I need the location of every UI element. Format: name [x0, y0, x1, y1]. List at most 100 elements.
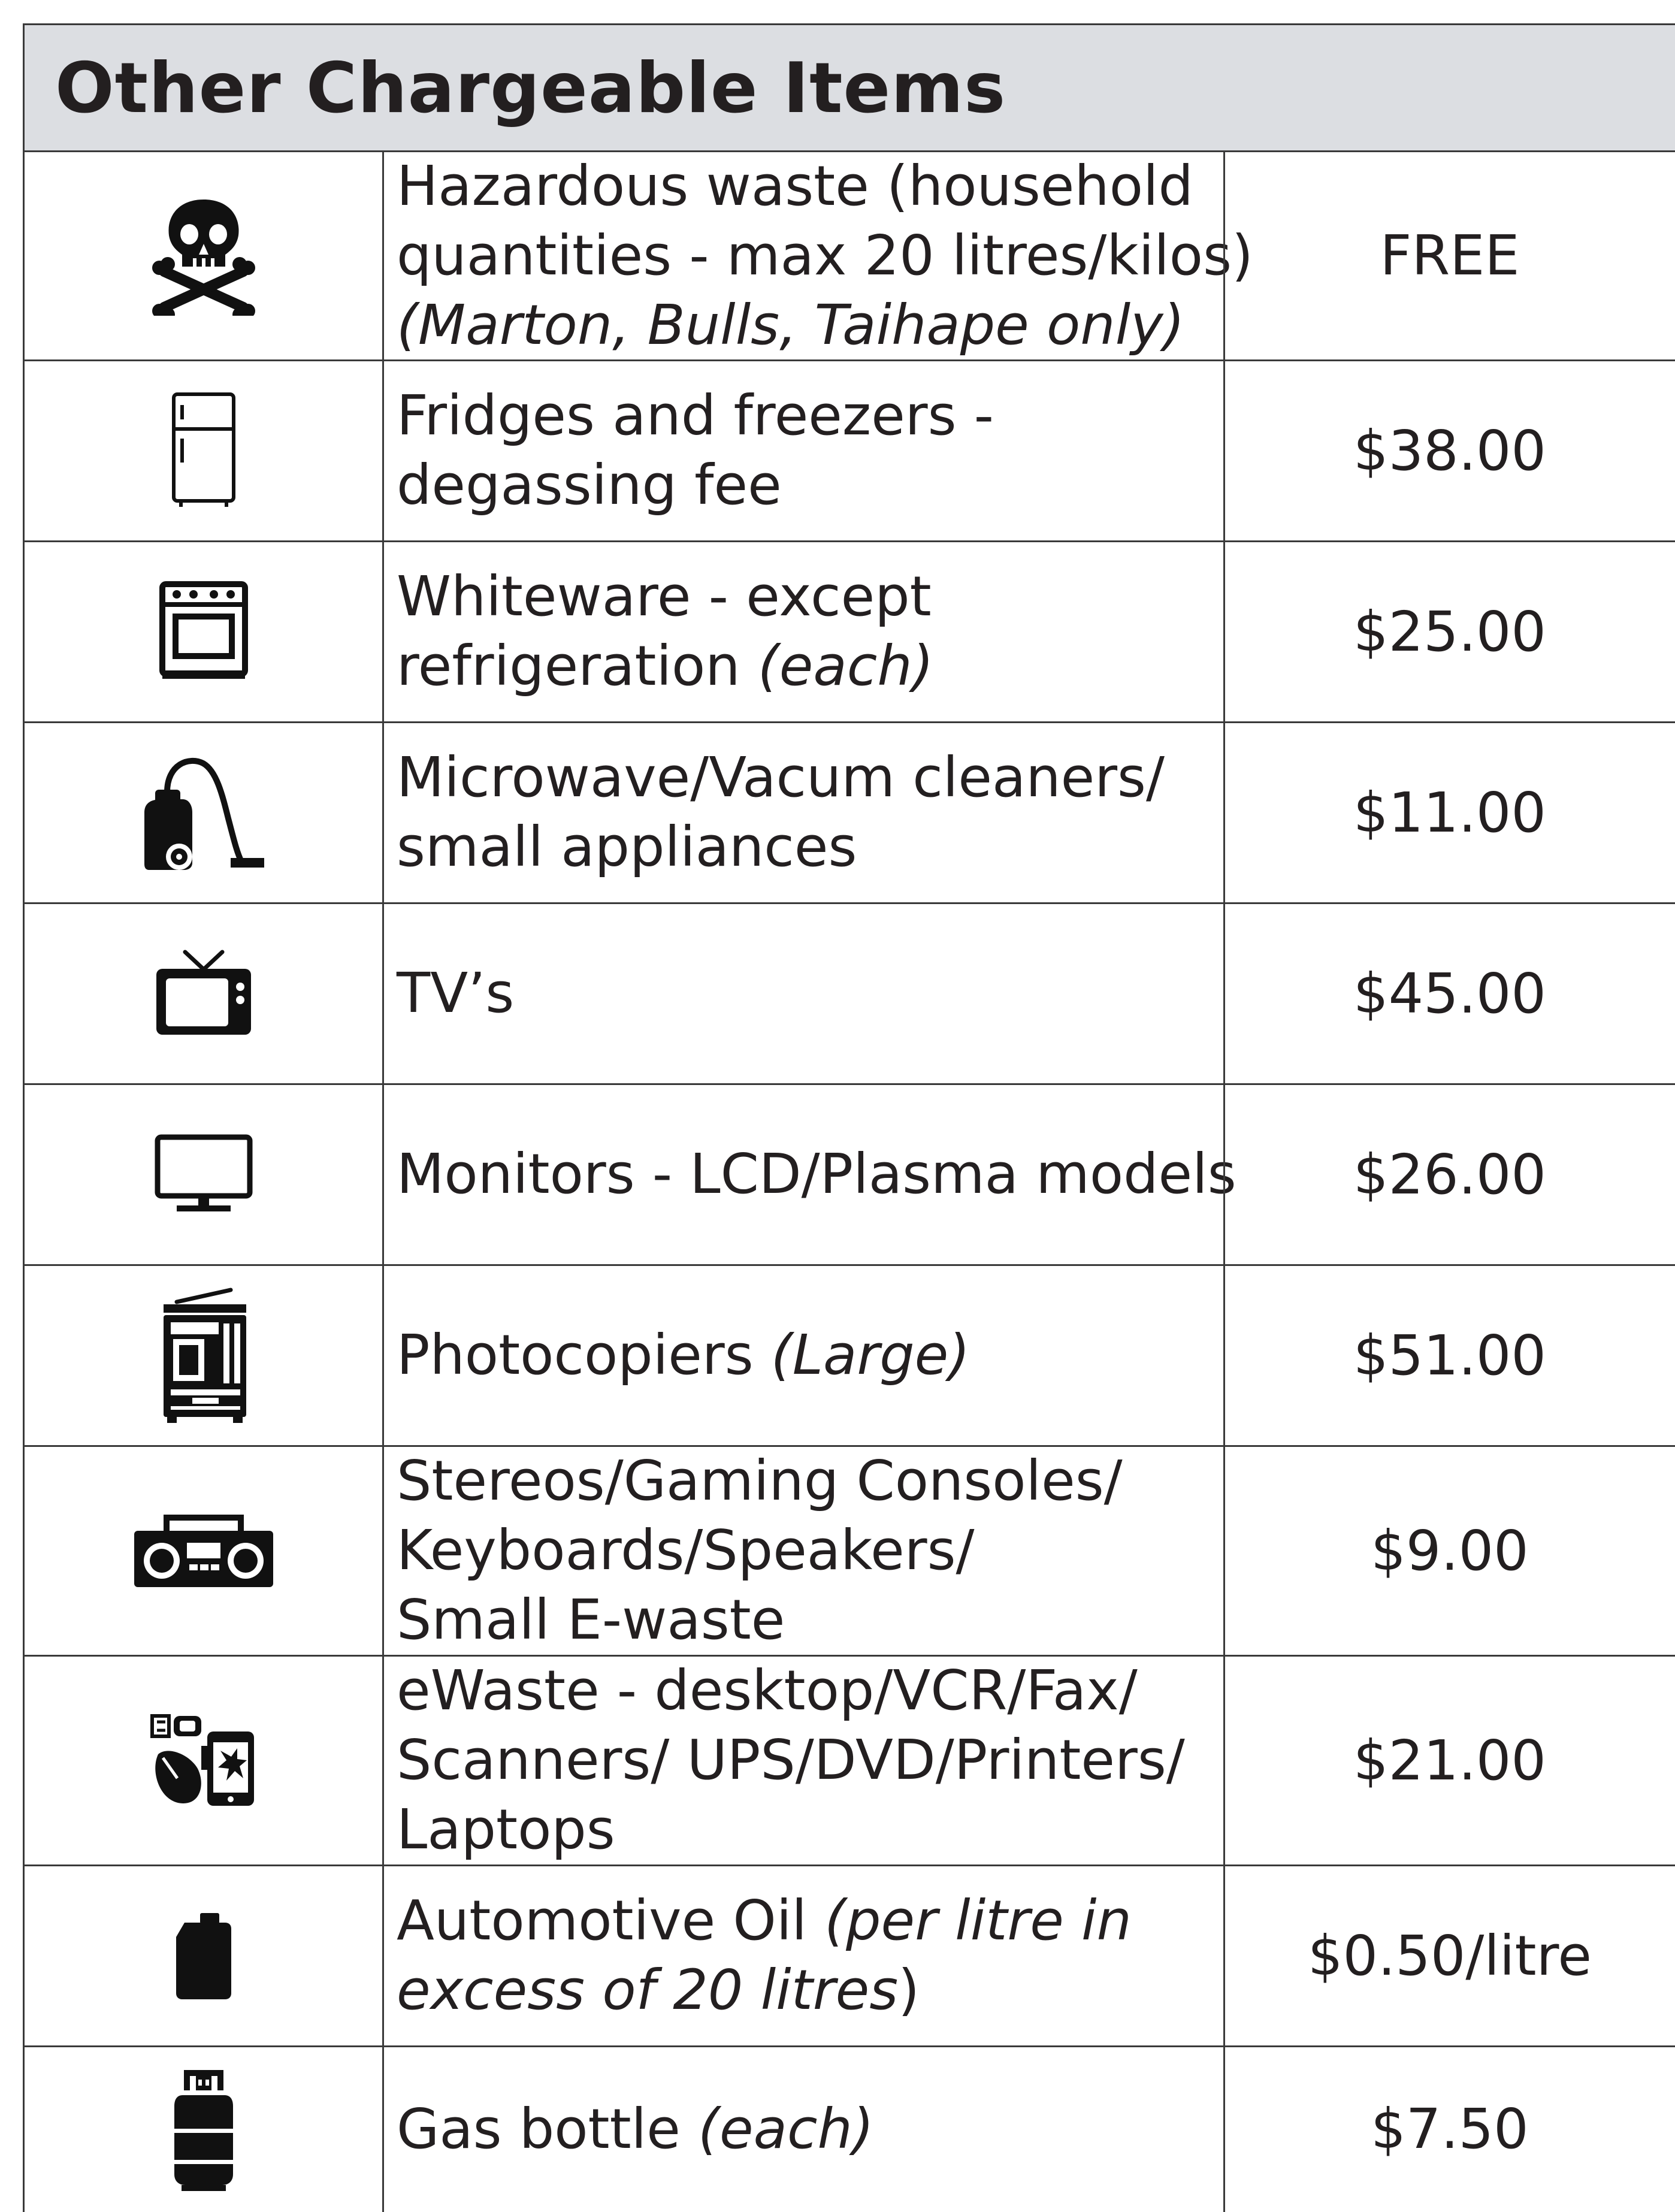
item-description: Fridges and freezers - degassing fee: [397, 360, 1223, 541]
item-description: eWaste - desktop/VCR/Fax/Scanners/ UPS/D…: [397, 1655, 1223, 1865]
row-divider: [23, 1445, 1675, 1447]
description-text: Microwave/Vacum cleaners/: [397, 745, 1165, 809]
table-row: Hazardous waste (household quantities - m…: [0, 151, 1675, 360]
item-description: Monitors - LCD/Plasma models: [397, 1084, 1236, 1265]
description-text: Fridges and freezers -: [397, 383, 994, 448]
photocopier-icon: [25, 1265, 382, 1446]
description-line: small appliances: [397, 812, 1223, 882]
row-divider: [23, 1865, 1675, 1866]
description-line: Laptops: [397, 1795, 1223, 1865]
description-text: Monitors - LCD/Plasma models: [397, 1142, 1236, 1206]
description-text: Small E-waste: [397, 1588, 785, 1652]
description-text: quantities - max 20 litres/kilos): [397, 223, 1253, 288]
row-divider: [23, 2045, 1675, 2047]
item-description: Automotive Oil (per litre in excess of 20…: [397, 1865, 1223, 2046]
row-divider: [23, 1264, 1675, 1266]
description-line: Small E-waste: [397, 1585, 1223, 1655]
column-divider: [23, 24, 25, 2212]
item-price: FREE: [1380, 223, 1520, 288]
description-line: Whiteware - except: [397, 562, 1223, 631]
description-line: Stereos/Gaming Consoles/: [397, 1446, 1223, 1516]
description-text: Stereos/Gaming Consoles/: [397, 1449, 1123, 1513]
description-line: refrigeration (each): [397, 631, 1223, 701]
item-description: Microwave/Vacum cleaners/small appliance…: [397, 722, 1223, 903]
item-price: $0.50/litre: [1308, 1923, 1592, 1988]
tv-icon: [25, 903, 382, 1084]
skull-crossbones-icon: [25, 151, 382, 360]
chargeable-items-sheet: Other Chargeable Items Hazardous waste (…: [0, 0, 1675, 2212]
table-row: Whiteware - except refrigeration (each) $2…: [0, 541, 1675, 722]
description-line: Hazardous waste (household: [397, 152, 1223, 221]
description-note: (per litre in: [824, 1888, 1132, 1953]
table-row: Monitors - LCD/Plasma models $26.00: [0, 1084, 1675, 1265]
ewaste-devices-icon: [25, 1655, 382, 1865]
row-divider: [23, 150, 1675, 152]
fridge-icon: [25, 360, 382, 541]
item-description: Whiteware - except refrigeration (each): [397, 541, 1223, 722]
description-note: (each): [698, 2096, 874, 2161]
monitor-icon: [25, 1084, 382, 1265]
item-price: $7.50: [1371, 2097, 1529, 2161]
description-text: degassing fee: [397, 453, 782, 517]
description-text: small appliances: [397, 815, 857, 879]
column-divider: [382, 151, 384, 2212]
description-note: (each): [757, 634, 934, 698]
table-row: Microwave/Vacum cleaners/small appliance…: [0, 722, 1675, 903]
item-description: Stereos/Gaming Consoles/Keyboards/Speake…: [397, 1446, 1223, 1655]
page-title: Other Chargeable Items: [55, 48, 1006, 129]
table-row: Stereos/Gaming Consoles/Keyboards/Speake…: [0, 1446, 1675, 1655]
description-text: Scanners/ UPS/DVD/Printers/: [397, 1728, 1185, 1792]
item-price: $9.00: [1371, 1518, 1529, 1583]
description-line: Fridges and freezers -: [397, 381, 1223, 451]
row-divider: [23, 540, 1675, 542]
item-price: $38.00: [1353, 418, 1546, 483]
gas-bottle-icon: [25, 2046, 382, 2212]
description-line: Photocopiers (Large): [397, 1320, 1223, 1390]
description-note: (Large): [770, 1323, 970, 1387]
table-row: eWaste - desktop/VCR/Fax/Scanners/ UPS/D…: [0, 1655, 1675, 1865]
item-description: Gas bottle (each): [397, 2046, 1223, 2212]
row-divider: [23, 23, 1675, 25]
oven-icon: [25, 541, 382, 722]
description-text: Hazardous waste (household: [397, 153, 1193, 218]
item-description: TV’s: [397, 903, 1223, 1084]
description-line: quantities - max 20 litres/kilos): [397, 221, 1253, 291]
description-text: Automotive Oil: [397, 1888, 825, 1953]
item-price: $51.00: [1353, 1323, 1546, 1388]
row-divider: [23, 359, 1675, 361]
item-price: $21.00: [1353, 1728, 1546, 1793]
description-line: Automotive Oil (per litre in: [397, 1886, 1223, 1956]
item-price: $11.00: [1353, 780, 1546, 845]
table-row: Fridges and freezers - degassing fee $38.0…: [0, 360, 1675, 541]
description-text: Keyboards/Speakers/: [397, 1518, 975, 1582]
item-price: $45.00: [1353, 961, 1546, 1026]
column-divider: [1223, 151, 1225, 2212]
description-line: Keyboards/Speakers/: [397, 1516, 1223, 1585]
description-line: excess of 20 litres): [397, 1956, 1223, 2025]
row-divider: [23, 1655, 1675, 1657]
description-text: eWaste - desktop/VCR/Fax/: [397, 1658, 1138, 1723]
description-text: Whiteware - except: [397, 564, 932, 628]
table-row: Automotive Oil (per litre in excess of 20…: [0, 1865, 1675, 2046]
description-text: Laptops: [397, 1797, 615, 1862]
row-divider: [23, 1083, 1675, 1085]
description-text: TV’s: [397, 961, 515, 1025]
description-note: excess of 20 litres: [397, 1958, 899, 2022]
description-text: Gas bottle: [397, 2096, 699, 2161]
table-row: TV’s $45.00: [0, 903, 1675, 1084]
vacuum-cleaner-icon: [25, 722, 382, 903]
description-text: ): [898, 1958, 920, 2022]
description-line: Monitors - LCD/Plasma models: [397, 1140, 1236, 1209]
item-description: Photocopiers (Large): [397, 1265, 1223, 1446]
description-note: (Marton, Bulls, Taihape only): [397, 292, 1185, 357]
item-description: Hazardous waste (household quantities - m…: [397, 151, 1253, 360]
description-line: Gas bottle (each): [397, 2095, 1223, 2164]
row-divider: [23, 721, 1675, 723]
description-line: eWaste - desktop/VCR/Fax/: [397, 1656, 1223, 1726]
description-text: Photocopiers: [397, 1323, 771, 1387]
description-line: degassing fee: [397, 451, 1223, 520]
description-line: Scanners/ UPS/DVD/Printers/: [397, 1726, 1223, 1795]
description-line: (Marton, Bulls, Taihape only): [397, 291, 1223, 360]
description-text: refrigeration: [397, 634, 758, 698]
table-row: Photocopiers (Large) $51.00: [0, 1265, 1675, 1446]
